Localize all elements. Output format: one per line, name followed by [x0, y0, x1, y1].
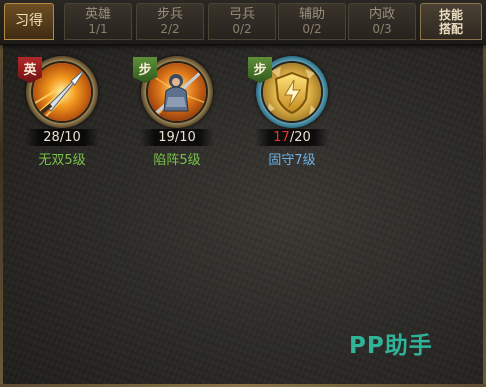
skill-icon-frame: 步 [133, 56, 213, 128]
skill-card[interactable]: 步 17/20 固守7级 [242, 56, 342, 168]
skill-progress: 17/20 [255, 129, 329, 146]
skill-icon-frame: 步 [248, 56, 328, 128]
progress-total: /20 [289, 130, 311, 145]
frame-left [0, 0, 3, 387]
tab-label: 内政 [368, 6, 395, 22]
tab-count: 2/2 [160, 21, 180, 36]
tab-count: 1/1 [88, 21, 108, 36]
skill-name: 陷阵5级 [153, 153, 201, 168]
tab-learned[interactable]: 习得 [4, 3, 54, 40]
tab-support[interactable]: 辅助 0/2 [278, 3, 346, 40]
tab-count: 0/2 [232, 21, 252, 36]
tab-bar: 习得 英雄 1/1 步兵 2/2 弓兵 0/2 辅助 0/2 内政 0/3 技能… [0, 0, 486, 45]
tab-label: 技能 搭配 [438, 7, 463, 36]
tab-count: 0/2 [302, 21, 322, 36]
tab-skill-loadout[interactable]: 技能 搭配 [420, 3, 482, 40]
skill-card[interactable]: 步 19/10 陷阵5级 [127, 56, 227, 168]
tab-infantry[interactable]: 步兵 2/2 [136, 3, 204, 40]
tab-label: 习得 [15, 13, 43, 29]
tab-archer[interactable]: 弓兵 0/2 [208, 3, 276, 40]
tab-internal-affairs[interactable]: 内政 0/3 [348, 3, 416, 40]
progress-current: 19 [158, 130, 175, 145]
tab-label: 步兵 [156, 6, 183, 22]
tab-label: 弓兵 [228, 6, 255, 22]
progress-total: /10 [174, 130, 196, 145]
progress-current: 17 [273, 130, 290, 145]
tab-hero[interactable]: 英雄 1/1 [64, 3, 132, 40]
skill-icon-frame: 英 [18, 56, 98, 128]
skill-name: 无双5级 [38, 153, 86, 168]
skill-progress: 19/10 [140, 129, 214, 146]
tab-label: 英雄 [84, 6, 111, 22]
progress-current: 28 [43, 130, 60, 145]
tab-label: 辅助 [298, 6, 325, 22]
watermark-logo: PP助手 [349, 333, 433, 359]
skill-card[interactable]: 英 28/10 无双5级 [12, 56, 112, 168]
skill-name: 固守7级 [268, 153, 316, 168]
tab-count: 0/3 [372, 21, 392, 36]
skill-progress: 28/10 [25, 129, 99, 146]
progress-total: /10 [59, 130, 81, 145]
